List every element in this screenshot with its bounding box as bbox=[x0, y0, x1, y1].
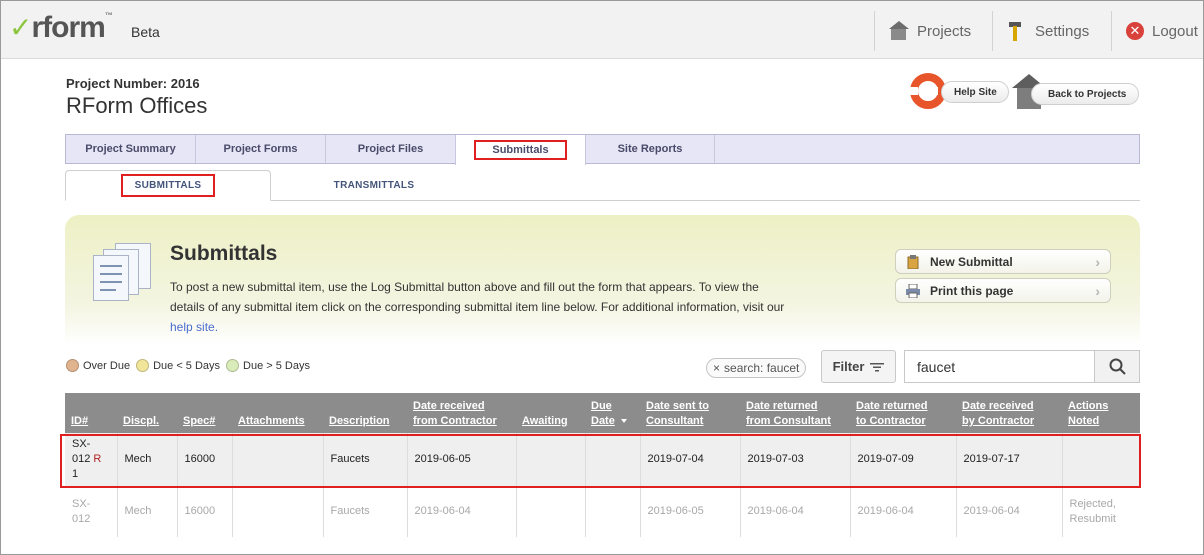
logout-icon: ✕ bbox=[1126, 22, 1144, 40]
project-tabs: Project Summary Project Forms Project Fi… bbox=[65, 134, 1140, 165]
col-id[interactable]: ID# bbox=[65, 393, 117, 433]
cell-date-returned-from-consultant: 2019-07-03 bbox=[739, 433, 850, 486]
cell-date-received-from-contractor: 2019-06-04 bbox=[406, 486, 516, 537]
col-description[interactable]: Description bbox=[323, 393, 407, 433]
table-row[interactable]: SX- 012 Mech 16000 Faucets 2019-06-04 201… bbox=[65, 486, 1140, 537]
col-discpl[interactable]: Discpl. bbox=[117, 393, 177, 433]
cell-date-received-from-contractor: 2019-06-05 bbox=[406, 433, 516, 486]
tab-project-forms[interactable]: Project Forms bbox=[196, 135, 326, 163]
col-date-received-from-contractor[interactable]: Date received from Contractor bbox=[407, 393, 516, 433]
cell-awaiting bbox=[515, 433, 585, 486]
cell-attachments bbox=[231, 486, 323, 537]
cell-date-sent-to-consultant: 2019-06-05 bbox=[639, 486, 740, 537]
filter-button[interactable]: Filter bbox=[821, 350, 896, 383]
col-date-received-by-contractor[interactable]: Date received by Contractor bbox=[956, 393, 1062, 433]
cell-description: Faucets bbox=[322, 486, 407, 537]
search-filter-chip[interactable]: × search: faucet bbox=[706, 358, 807, 378]
help-site-link[interactable]: help site. bbox=[170, 320, 218, 334]
help-site-button[interactable]: Help Site bbox=[941, 81, 1009, 103]
submittals-table: ID# Discpl. Spec# Attachments Descriptio… bbox=[65, 393, 1140, 537]
nav-projects-button[interactable]: Projects bbox=[874, 11, 991, 51]
back-to-projects-button[interactable]: Back to Projects bbox=[1031, 83, 1139, 105]
cell-discpl: Mech bbox=[116, 486, 177, 537]
project-number: Project Number: 2016 bbox=[66, 76, 200, 91]
search-icon bbox=[1109, 358, 1126, 375]
printer-icon bbox=[906, 284, 920, 298]
cell-date-returned-from-consultant: 2019-06-04 bbox=[739, 486, 850, 537]
top-bar: ✓rform™ Beta Projects Settings ✕ Logout bbox=[1, 1, 1203, 59]
col-actions-noted[interactable]: Actions Noted bbox=[1062, 393, 1140, 433]
banner-description: To post a new submittal item, use the Lo… bbox=[170, 280, 785, 334]
chevron-right-icon: › bbox=[1095, 253, 1100, 270]
cell-date-sent-to-consultant: 2019-07-04 bbox=[639, 433, 740, 486]
col-due-date[interactable]: Due Date bbox=[585, 393, 640, 433]
cell-date-returned-to-contractor: 2019-07-09 bbox=[849, 433, 956, 486]
col-date-sent-to-consultant[interactable]: Date sent to Consultant bbox=[640, 393, 740, 433]
clipboard-icon bbox=[907, 255, 919, 269]
cell-date-received-by-contractor: 2019-06-04 bbox=[955, 486, 1062, 537]
table-header-row: ID# Discpl. Spec# Attachments Descriptio… bbox=[65, 393, 1140, 433]
tab-project-summary[interactable]: Project Summary bbox=[66, 135, 196, 163]
remove-chip-icon[interactable]: × bbox=[713, 361, 720, 375]
cell-awaiting bbox=[515, 486, 585, 537]
cell-date-received-by-contractor: 2019-07-17 bbox=[955, 433, 1062, 486]
banner-title: Submittals bbox=[170, 242, 278, 265]
filter-lines-icon bbox=[870, 362, 885, 371]
rform-logo[interactable]: ✓rform™ bbox=[9, 11, 113, 45]
documents-icon bbox=[93, 241, 157, 305]
nav-settings-button[interactable]: Settings bbox=[992, 11, 1110, 51]
due-later-swatch bbox=[226, 359, 240, 372]
tab-site-reports[interactable]: Site Reports bbox=[586, 135, 715, 163]
cell-id: SX- 012 bbox=[65, 486, 117, 537]
due-soon-swatch bbox=[136, 359, 150, 372]
beta-label: Beta bbox=[131, 24, 160, 40]
cell-description: Faucets bbox=[322, 433, 407, 486]
sort-down-icon bbox=[620, 419, 627, 424]
subtab-submittals[interactable]: SUBMITTALS bbox=[65, 170, 271, 201]
tab-submittals[interactable]: Submittals bbox=[455, 135, 586, 165]
search-button[interactable] bbox=[1094, 350, 1140, 383]
cell-due-date bbox=[584, 486, 640, 537]
new-submittal-button[interactable]: New Submittal › bbox=[895, 249, 1111, 274]
tools-icon bbox=[1007, 20, 1027, 42]
col-awaiting[interactable]: Awaiting bbox=[516, 393, 585, 433]
cell-spec: 16000 bbox=[176, 486, 232, 537]
overdue-swatch bbox=[66, 359, 79, 372]
cell-spec: 16000 bbox=[176, 433, 232, 486]
col-date-returned-to-contractor[interactable]: Date returned to Contractor bbox=[850, 393, 956, 433]
nav-logout-button[interactable]: ✕ Logout bbox=[1111, 11, 1203, 51]
tab-project-files[interactable]: Project Files bbox=[326, 135, 456, 163]
project-name: RForm Offices bbox=[66, 93, 208, 118]
cell-attachments bbox=[231, 433, 323, 486]
print-page-button[interactable]: Print this page › bbox=[895, 278, 1111, 303]
due-legend: Over Due Due < 5 Days Due > 5 Days bbox=[66, 359, 316, 372]
col-date-returned-from-consultant[interactable]: Date returned from Consultant bbox=[740, 393, 850, 433]
subtab-transmittals[interactable]: TRANSMITTALS bbox=[271, 170, 477, 201]
cell-date-returned-to-contractor: 2019-06-04 bbox=[849, 486, 956, 537]
cell-due-date bbox=[584, 433, 640, 486]
chevron-right-icon: › bbox=[1095, 282, 1100, 299]
table-row[interactable]: SX- 012 R1 Mech 16000 Faucets 2019-06-05 … bbox=[65, 433, 1140, 486]
col-attachments[interactable]: Attachments bbox=[232, 393, 323, 433]
search-input[interactable] bbox=[904, 350, 1094, 383]
col-spec[interactable]: Spec# bbox=[177, 393, 232, 433]
app-window: ✓rform™ Beta Projects Settings ✕ Logout … bbox=[0, 0, 1204, 555]
cell-id: SX- 012 R1 bbox=[65, 433, 117, 486]
checkmark-icon: ✓ bbox=[9, 12, 32, 43]
house-icon bbox=[889, 21, 909, 41]
cell-actions-noted: Rejected, Resubmit bbox=[1061, 486, 1140, 537]
cell-actions-noted bbox=[1061, 433, 1140, 486]
cell-discpl: Mech bbox=[116, 433, 177, 486]
